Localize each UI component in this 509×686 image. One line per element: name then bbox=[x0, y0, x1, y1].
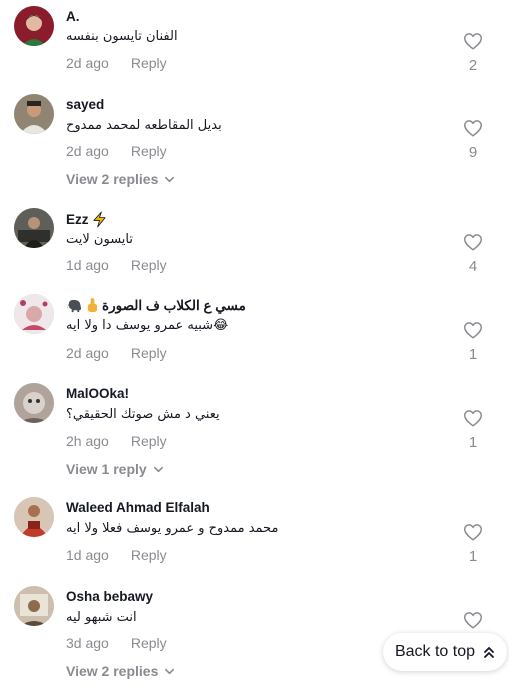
reply-button[interactable]: Reply bbox=[131, 257, 167, 273]
heart-icon bbox=[464, 524, 482, 541]
back-to-top-button[interactable]: Back to top bbox=[383, 633, 507, 671]
avatar[interactable] bbox=[14, 586, 54, 626]
comment-username[interactable]: sayed bbox=[66, 97, 104, 112]
like-button[interactable]: 1 bbox=[460, 521, 486, 565]
like-button[interactable]: 1 bbox=[460, 319, 486, 363]
comment-text: محمد ممدوح و عمرو يوسف فعلا ولا ايه bbox=[66, 521, 279, 536]
chevron-down-icon bbox=[165, 668, 175, 674]
comment-username[interactable]: مسي ع الكلاب ف الصورة bbox=[66, 297, 246, 314]
comment-text: شبيه عمرو يوسف دا ولا ايه😂 bbox=[66, 318, 229, 333]
double-chevron-up-icon bbox=[484, 647, 494, 658]
comment-username[interactable]: A. bbox=[66, 9, 80, 24]
comment-text: انت شبهو ليه bbox=[66, 610, 137, 625]
heart-icon bbox=[464, 120, 482, 137]
reply-button[interactable]: Reply bbox=[131, 55, 167, 71]
view-replies-button[interactable]: View 1 reply bbox=[66, 461, 164, 477]
comment-meta: 2h ago Reply bbox=[66, 433, 167, 449]
heart-icon bbox=[464, 410, 482, 427]
comment-time: 1d ago bbox=[66, 547, 109, 563]
view-replies-button[interactable]: View 2 replies bbox=[66, 663, 175, 679]
comment-time: 2h ago bbox=[66, 433, 109, 449]
avatar[interactable] bbox=[14, 383, 54, 423]
lightning-icon bbox=[92, 211, 106, 228]
chevron-down-icon bbox=[153, 466, 163, 472]
like-button[interactable] bbox=[460, 609, 486, 631]
like-button[interactable]: 2 bbox=[460, 30, 486, 74]
middle-finger-icon bbox=[87, 298, 98, 312]
avatar[interactable] bbox=[14, 6, 54, 46]
comment-text: الفنان تايسون بنفسه bbox=[66, 29, 178, 44]
like-button[interactable]: 4 bbox=[460, 231, 486, 275]
comment-time: 3d ago bbox=[66, 635, 109, 651]
reply-button[interactable]: Reply bbox=[131, 547, 167, 563]
comment-time: 2d ago bbox=[66, 345, 109, 361]
comment-meta: 3d ago Reply bbox=[66, 635, 167, 651]
like-button[interactable]: 9 bbox=[460, 117, 486, 161]
avatar[interactable] bbox=[14, 208, 54, 248]
like-count: 1 bbox=[468, 434, 478, 451]
elephant-icon bbox=[67, 299, 82, 313]
like-count: 4 bbox=[468, 258, 478, 275]
comment-text: بديل المقاطعه لمحمد ممدوح bbox=[66, 118, 222, 133]
avatar[interactable] bbox=[14, 294, 54, 334]
like-count: 2 bbox=[468, 57, 478, 74]
reply-button[interactable]: Reply bbox=[131, 345, 167, 361]
like-count: 9 bbox=[468, 144, 478, 161]
comment-time: 2d ago bbox=[66, 55, 109, 71]
view-replies-button[interactable]: View 2 replies bbox=[66, 171, 175, 187]
avatar[interactable] bbox=[14, 94, 54, 134]
comment-username[interactable]: Ezz bbox=[66, 211, 107, 228]
comment-username[interactable]: Osha bebawy bbox=[66, 589, 153, 604]
comment-username[interactable]: Waleed Ahmad Elfalah bbox=[66, 500, 210, 515]
like-count: 1 bbox=[468, 346, 478, 363]
back-to-top-label: Back to top bbox=[394, 643, 476, 660]
reply-button[interactable]: Reply bbox=[131, 635, 167, 651]
avatar[interactable] bbox=[14, 497, 54, 537]
comment-meta: 2d ago Reply bbox=[66, 345, 167, 361]
comment-meta: 1d ago Reply bbox=[66, 547, 167, 563]
heart-icon bbox=[464, 234, 482, 251]
heart-icon bbox=[464, 322, 482, 339]
chevron-down-icon bbox=[165, 176, 175, 182]
heart-icon bbox=[464, 33, 482, 50]
reply-button[interactable]: Reply bbox=[131, 143, 167, 159]
comment-meta: 2d ago Reply bbox=[66, 55, 167, 71]
comment-meta: 2d ago Reply bbox=[66, 143, 167, 159]
reply-button[interactable]: Reply bbox=[131, 433, 167, 449]
comment-time: 1d ago bbox=[66, 257, 109, 273]
comment-text: تايسون لايت bbox=[66, 232, 133, 247]
comment-username[interactable]: MalOOka! bbox=[66, 386, 129, 401]
heart-icon bbox=[464, 612, 482, 629]
like-button[interactable]: 1 bbox=[460, 407, 486, 451]
comment-text: يعني د مش صوتك الحقيقي؟ bbox=[66, 407, 220, 422]
like-count: 1 bbox=[468, 548, 478, 565]
comment-time: 2d ago bbox=[66, 143, 109, 159]
comment-meta: 1d ago Reply bbox=[66, 257, 167, 273]
